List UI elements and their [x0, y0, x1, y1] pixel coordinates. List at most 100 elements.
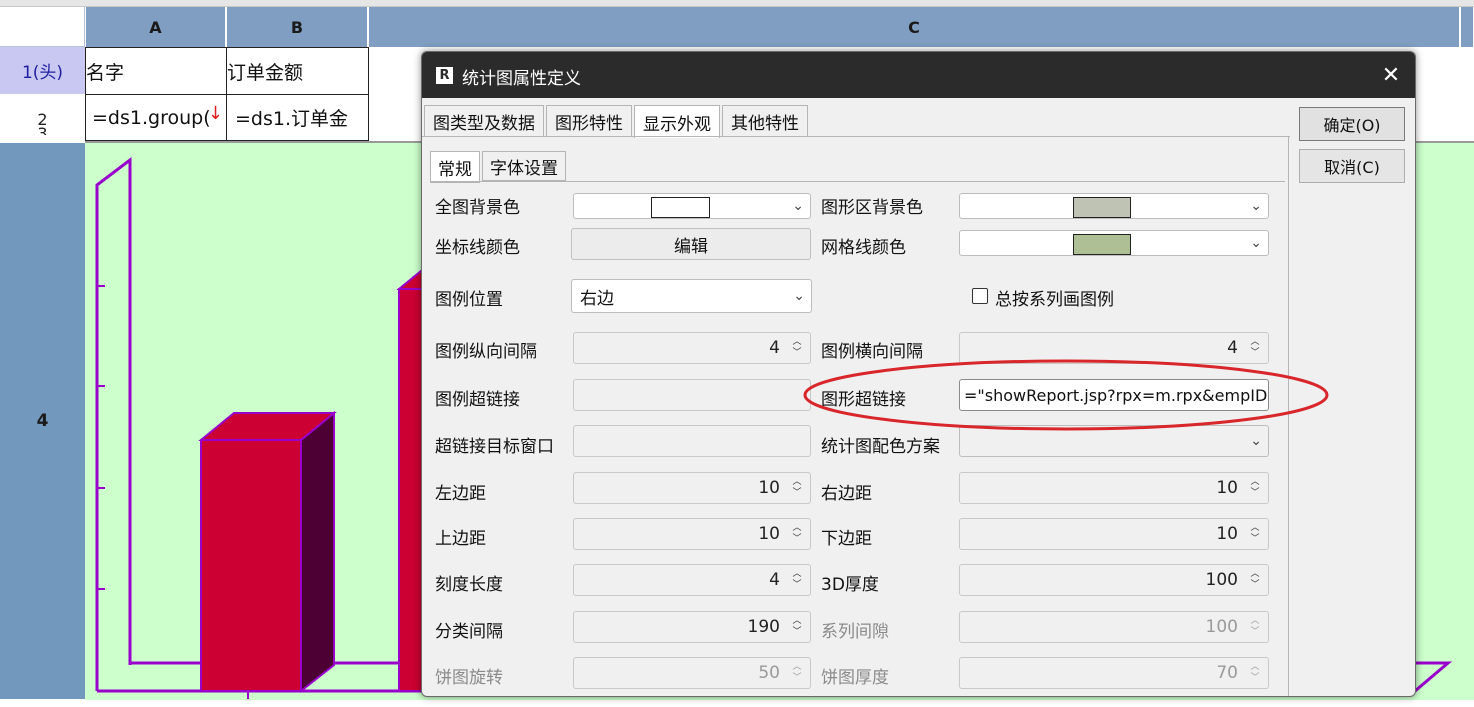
spinner-arrows-icon[interactable]: ︿ ﹀: [1248, 477, 1262, 499]
legend-by-series-checkbox[interactable]: [972, 288, 988, 304]
plot-bg-swatch: [1073, 197, 1131, 218]
column-header-c[interactable]: C: [369, 7, 1460, 47]
row-header-4[interactable]: 4: [0, 143, 85, 700]
tick-length-spinner[interactable]: 4 ︿ ﹀: [573, 564, 811, 596]
pie-depth-spinner: 70 ︿ ﹀: [959, 657, 1269, 689]
subtab-panel-border: [430, 181, 1285, 182]
pie-depth-label: 饼图厚度: [821, 668, 889, 688]
legend-v-gap-label: 图例纵向间隔: [435, 342, 537, 362]
left-margin-label: 左边距: [435, 484, 486, 504]
spinner-arrows-icon[interactable]: ︿ ﹀: [790, 477, 804, 499]
series-gap-value: 100: [1205, 617, 1238, 637]
subtab-font-settings[interactable]: 字体设置: [482, 151, 566, 181]
color-scheme-label: 统计图配色方案: [821, 437, 940, 457]
grid-color-label: 网格线颜色: [821, 238, 906, 258]
grid-color-swatch: [1073, 234, 1131, 255]
depth-3d-spinner[interactable]: 100 ︿ ﹀: [959, 564, 1269, 596]
tick-length-value: 4: [769, 570, 780, 590]
close-icon[interactable]: ✕: [1377, 62, 1405, 88]
tab-appearance[interactable]: 显示外观: [634, 105, 720, 138]
top-border: [0, 0, 1474, 7]
cancel-button[interactable]: 取消(C): [1299, 149, 1405, 183]
legend-link-label: 图例超链接: [435, 390, 520, 410]
row-header-2[interactable]: 2 3: [0, 95, 85, 141]
tick-length-label: 刻度长度: [435, 575, 503, 595]
right-margin-spinner[interactable]: 10 ︿ ﹀: [959, 472, 1269, 504]
cell-b2[interactable]: =ds1.订单金: [226, 94, 369, 141]
axis-color-label: 坐标线颜色: [435, 238, 520, 258]
left-margin-value: 10: [758, 478, 780, 498]
spinner-arrows-icon: ︿ ﹀: [792, 662, 802, 683]
tab-chart-type-data[interactable]: 图类型及数据: [424, 105, 544, 136]
link-target-label: 超链接目标窗口: [435, 437, 554, 457]
column-header-a[interactable]: A: [86, 7, 226, 47]
dialog-titlebar[interactable]: R 统计图属性定义 ✕: [422, 52, 1415, 98]
column-header-b[interactable]: B: [227, 7, 368, 47]
bottom-margin-spinner[interactable]: 10 ︿ ﹀: [959, 518, 1269, 550]
spinner-arrows-icon[interactable]: ︿ ﹀: [790, 616, 804, 638]
bg-color-select[interactable]: ⌄: [573, 193, 811, 219]
right-margin-label: 右边距: [821, 484, 872, 504]
right-margin-value: 10: [1216, 478, 1238, 498]
link-target-input[interactable]: [573, 425, 811, 457]
dialog-title: 统计图属性定义: [462, 69, 581, 89]
legend-v-gap-spinner[interactable]: 4 ︿ ﹀: [573, 332, 811, 364]
pie-rotate-value: 50: [758, 663, 780, 683]
subtab-general[interactable]: 常规: [430, 151, 480, 183]
tab-graph-features[interactable]: 图形特性: [546, 105, 632, 136]
bar-1-side: [300, 410, 335, 694]
dropdown-arrow-icon[interactable]: ↓: [208, 103, 223, 124]
cell-b1[interactable]: 订单金额: [226, 47, 369, 95]
pie-rotate-label: 饼图旋转: [435, 668, 503, 688]
chevron-down-icon: ⌄: [1250, 235, 1262, 251]
ok-button[interactable]: 确定(O): [1299, 107, 1405, 141]
tab-panel-border: [422, 136, 1290, 137]
spinner-arrows-icon[interactable]: ︿ ﹀: [790, 569, 804, 591]
column-header-next[interactable]: [1461, 7, 1474, 47]
sub-tabs: 常规 字体设置: [430, 151, 568, 183]
chevron-down-icon: ⌄: [792, 198, 804, 214]
chart-frame-left: [95, 156, 132, 691]
top-margin-spinner[interactable]: 10 ︿ ﹀: [573, 518, 811, 550]
category-gap-spinner[interactable]: 190 ︿ ﹀: [573, 611, 811, 643]
spinner-arrows-icon: ︿ ﹀: [1250, 662, 1260, 683]
sheet-corner[interactable]: [0, 7, 85, 47]
bg-color-label: 全图背景色: [435, 198, 520, 218]
bg-color-swatch: [651, 197, 710, 218]
top-margin-label: 上边距: [435, 529, 486, 549]
series-gap-label: 系列间隙: [821, 622, 889, 642]
tab-other-features[interactable]: 其他特性: [722, 105, 808, 136]
pie-rotate-spinner: 50 ︿ ﹀: [573, 657, 811, 689]
bottom-margin-label: 下边距: [821, 529, 872, 549]
top-margin-value: 10: [758, 524, 780, 544]
legend-position-select[interactable]: 右边 ⌄: [571, 279, 812, 313]
legend-by-series-label: 总按系列画图例: [995, 290, 1114, 310]
spinner-arrows-icon[interactable]: ︿ ﹀: [1248, 523, 1262, 545]
cell-a1[interactable]: 名字: [85, 47, 227, 95]
spinner-arrows-icon[interactable]: ︿ ﹀: [790, 523, 804, 545]
legend-link-input[interactable]: [573, 379, 811, 411]
axis-color-edit-button[interactable]: 编辑: [571, 228, 811, 260]
depth-3d-label: 3D厚度: [821, 575, 879, 595]
legend-position-label: 图例位置: [435, 290, 503, 310]
annotation-ellipse: [803, 359, 1329, 431]
sheet-bottom: [0, 700, 1474, 707]
legend-position-value: 右边: [580, 288, 614, 309]
depth-3d-value: 100: [1205, 570, 1238, 590]
chevron-down-icon: ⌄: [793, 288, 805, 304]
plot-bg-select[interactable]: ⌄: [959, 193, 1269, 219]
row-header-3-label: 3: [37, 127, 47, 135]
left-margin-spinner[interactable]: 10 ︿ ﹀: [573, 472, 811, 504]
cell-c1-c2[interactable]: [1414, 47, 1474, 141]
row-header-2-label: 2: [37, 109, 48, 129]
grid-color-select[interactable]: ⌄: [959, 230, 1269, 256]
cell-a2-formula: =ds1.group(: [92, 106, 211, 129]
plot-bg-label: 图形区背景色: [821, 198, 923, 218]
row-header-1[interactable]: 1(头): [0, 47, 85, 95]
series-gap-spinner: 100 ︿ ﹀: [959, 611, 1269, 643]
pie-depth-value: 70: [1216, 663, 1238, 683]
cell-a2[interactable]: =ds1.group( ↓: [85, 94, 227, 141]
spinner-arrows-icon[interactable]: ︿ ﹀: [1248, 569, 1262, 591]
spinner-arrows-icon: ︿ ﹀: [1250, 616, 1260, 637]
app-logo-icon: R: [436, 67, 453, 84]
